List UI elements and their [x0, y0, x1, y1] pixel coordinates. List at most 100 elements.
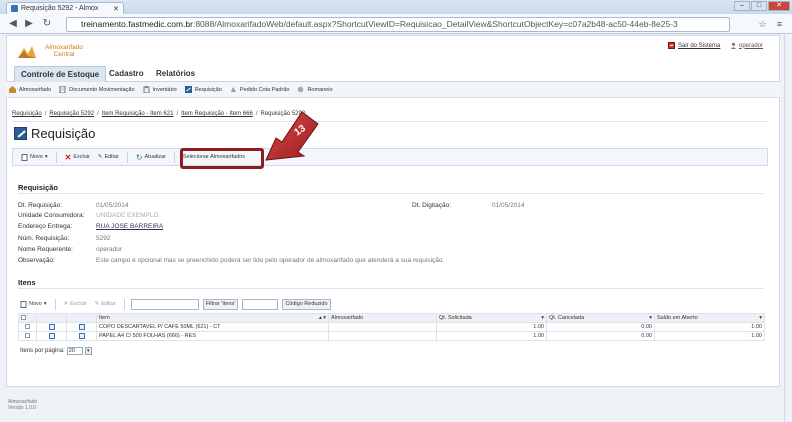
sort-filter-icon[interactable]: ▴ ▾ [319, 315, 326, 321]
items-filter-input[interactable] [130, 298, 199, 310]
column-header-almoxarifado[interactable]: Almoxarifado [328, 313, 437, 323]
num-requisicao-label: Núm. Requisição: [18, 235, 70, 242]
requisition-icon [14, 127, 27, 140]
row-checkbox[interactable] [25, 324, 30, 330]
row-open-cell[interactable] [66, 331, 97, 341]
close-window-button[interactable]: ✕ [768, 1, 790, 11]
cell-qt-cancelada: 0.00 [546, 322, 655, 332]
signout-link[interactable]: Sair do Sistema [668, 42, 720, 49]
items-toolbar: Novo ▾ ✕ Excluir ✎ Editar Filtrar 'Itens' C… [18, 297, 764, 311]
endereco-link[interactable]: RUA JOSE BARREIRA [96, 223, 163, 230]
page-size-select[interactable]: 20 [66, 347, 83, 355]
column-header-saldo[interactable]: Saldo em Aberto ▾ [654, 313, 765, 323]
column-label: Qt. Solicitada [439, 315, 472, 321]
items-new-button[interactable]: Novo ▾ [18, 300, 49, 308]
reload-button[interactable]: ↻ [40, 17, 54, 31]
tab-close-icon[interactable]: ✕ [113, 5, 119, 13]
subnav-romaneio[interactable]: Romaneio [297, 86, 333, 93]
open-detail-icon[interactable] [78, 332, 85, 339]
cell-qt-cancelada: 0.00 [546, 331, 655, 341]
chevron-down-icon[interactable]: ▾ [45, 154, 48, 160]
filter-icon[interactable]: ▾ [649, 315, 652, 321]
page-scrollbar[interactable] [784, 34, 792, 422]
delete-button[interactable]: ✕ Excluir [63, 153, 92, 162]
warehouse-icon [9, 86, 16, 93]
select-all-checkbox[interactable] [21, 315, 26, 321]
row-edit-cell[interactable] [36, 322, 67, 332]
table-row[interactable]: PAPEL A4 C/ 500 FOLHAS (666) - RES 1.00 … [18, 331, 765, 341]
tab-relatorios[interactable]: Relatórios [150, 66, 201, 82]
user-link[interactable]: operador [730, 42, 763, 49]
items-delete-label: Excluir [70, 301, 87, 307]
logo-icon [18, 46, 36, 58]
signout-icon [668, 42, 675, 49]
subnav-requisicao[interactable]: Requisição [184, 86, 222, 93]
maximize-button[interactable]: □ [751, 1, 767, 11]
sub-nav: Almoxarifado Documento Movimentação Inve… [6, 82, 780, 98]
breadcrumb-item[interactable]: Item Requisição - Item 621 [102, 111, 174, 117]
order-icon [230, 87, 236, 92]
chevron-down-icon[interactable]: ▾ [44, 301, 47, 307]
tab-controle-de-estoque[interactable]: Controle de Estoque [14, 66, 107, 82]
back-button[interactable]: ◀ [6, 17, 20, 31]
cell-item: COPO DESCARTAVEL P/ CAFE 50ML (621) - CT [96, 322, 329, 332]
row-checkbox[interactable] [25, 333, 30, 339]
tab-cadastro[interactable]: Cadastro [103, 66, 150, 82]
browser-tab[interactable]: Requisição 5292 - Almox ✕ [6, 2, 124, 14]
refresh-button[interactable]: ↻ Atualizar [134, 153, 168, 162]
grid-header-row: Item ▴ ▾ Almoxarifado Qt. Solicitada ▾ Qt.… [18, 313, 765, 323]
new-label: Novo [30, 154, 43, 160]
filter-icon[interactable]: ▾ [541, 315, 544, 321]
row-select-cell[interactable] [18, 322, 37, 332]
divider [12, 121, 768, 122]
inline-edit-icon[interactable] [48, 332, 55, 339]
breadcrumb-item[interactable]: Requisição [12, 111, 42, 117]
toolbar-separator [55, 151, 57, 163]
document-icon [59, 86, 66, 93]
inline-edit-icon[interactable] [48, 323, 55, 330]
subnav-inventario[interactable]: Inventário [143, 86, 177, 93]
toolbar-separator [126, 151, 128, 163]
url-path: :8088/AlmoxarifadoWeb/default.aspx?Short… [192, 19, 678, 29]
settings-menu-icon[interactable]: ≡ [773, 18, 786, 31]
chevron-down-icon[interactable]: ▾ [84, 347, 92, 355]
breadcrumb-separator: / [97, 111, 99, 117]
select-all-cell[interactable] [18, 313, 37, 323]
new-button[interactable]: Novo ▾ [19, 153, 50, 161]
breadcrumb-item[interactable]: Requisição 5292 [49, 111, 94, 117]
new-document-icon [21, 153, 28, 161]
row-open-cell[interactable] [66, 322, 97, 332]
row-select-cell[interactable] [18, 331, 37, 341]
column-label: Saldo em Aberto [657, 315, 698, 321]
filter-icon[interactable]: ▾ [759, 315, 762, 321]
column-header-qt-solicitada[interactable]: Qt. Solicitada ▾ [436, 313, 547, 323]
reduced-code-input[interactable] [242, 298, 279, 310]
subnav-almoxarifado[interactable]: Almoxarifado [9, 86, 51, 93]
favicon-icon [11, 5, 18, 12]
row-edit-cell[interactable] [36, 331, 67, 341]
breadcrumb-item[interactable]: Item Requisição - Item 666 [181, 111, 253, 117]
subnav-documento-movimentacao[interactable]: Documento Movimentação [59, 86, 135, 93]
forward-button[interactable]: ▶ [22, 17, 36, 31]
items-delete-button[interactable]: ✕ Excluir [62, 301, 89, 307]
delete-icon: ✕ [64, 152, 72, 162]
endereco-label: Endereço Entrega: [18, 223, 73, 230]
clipboard-icon [143, 86, 150, 93]
table-row[interactable]: COPO DESCARTAVEL P/ CAFE 50ML (621) - CT… [18, 322, 765, 332]
column-header-qt-cancelada[interactable]: Qt. Cancelada ▾ [546, 313, 655, 323]
unidade-label: Unidade Consumidora: [18, 212, 85, 219]
reduced-code-button[interactable]: Código Reduzido [282, 298, 331, 310]
items-grid: Item ▴ ▾ Almoxarifado Qt. Solicitada ▾ Qt.… [18, 313, 765, 341]
subnav-pedido-cota-padrao[interactable]: Pedido Cota Padrão [230, 86, 289, 93]
items-edit-button[interactable]: ✎ Editar [93, 301, 118, 307]
bookmark-star-icon[interactable]: ☆ [756, 18, 769, 31]
divider [18, 193, 764, 194]
edit-button[interactable]: ✎ Editar [96, 154, 121, 160]
refresh-label: Atualizar [144, 154, 166, 160]
url-input[interactable]: treinamento.fastmedic.com.br:8088/Almoxa… [66, 17, 730, 32]
filter-items-button[interactable]: Filtrar 'Itens' [202, 298, 239, 310]
column-header-item[interactable]: Item ▴ ▾ [96, 313, 329, 323]
divider [18, 288, 764, 289]
open-detail-icon[interactable] [78, 323, 85, 330]
minimize-button[interactable]: – [734, 1, 750, 11]
